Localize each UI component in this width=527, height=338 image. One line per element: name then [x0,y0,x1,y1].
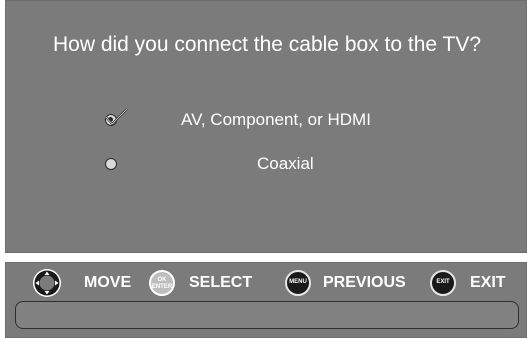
nav-select-label: SELECT [189,274,253,291]
question-title: How did you connect the cable box to the… [52,33,482,56]
status-message-field [15,301,519,329]
exit-button-icon: EXIT [430,270,456,296]
nav-exit-label: EXIT [470,274,506,291]
menu-text: MENU [289,279,307,285]
exit-text: EXIT [436,279,450,285]
radio-unselected-icon [105,158,117,170]
ok-text: OK [157,277,167,283]
option-coaxial[interactable]: Coaxial [6,152,527,176]
option-av-component-hdmi[interactable]: AV, Component, or HDMI [6,108,527,132]
option-label: AV, Component, or HDMI [181,110,371,129]
navigation-help-bar: MOVE OK ENTER SELECT MENU PREVIOUS EXIT … [5,262,527,338]
setup-panel: How did you connect the cable box to the… [5,0,527,253]
nav-previous-label: PREVIOUS [323,274,406,291]
menu-button-icon: MENU [285,270,311,296]
ok-enter-icon: OK ENTER [149,270,175,296]
nav-move-label: MOVE [84,274,132,291]
dpad-icon [33,269,61,297]
option-label: Coaxial [257,154,314,173]
checkmark-icon [105,108,128,126]
enter-text: ENTER [151,284,173,290]
